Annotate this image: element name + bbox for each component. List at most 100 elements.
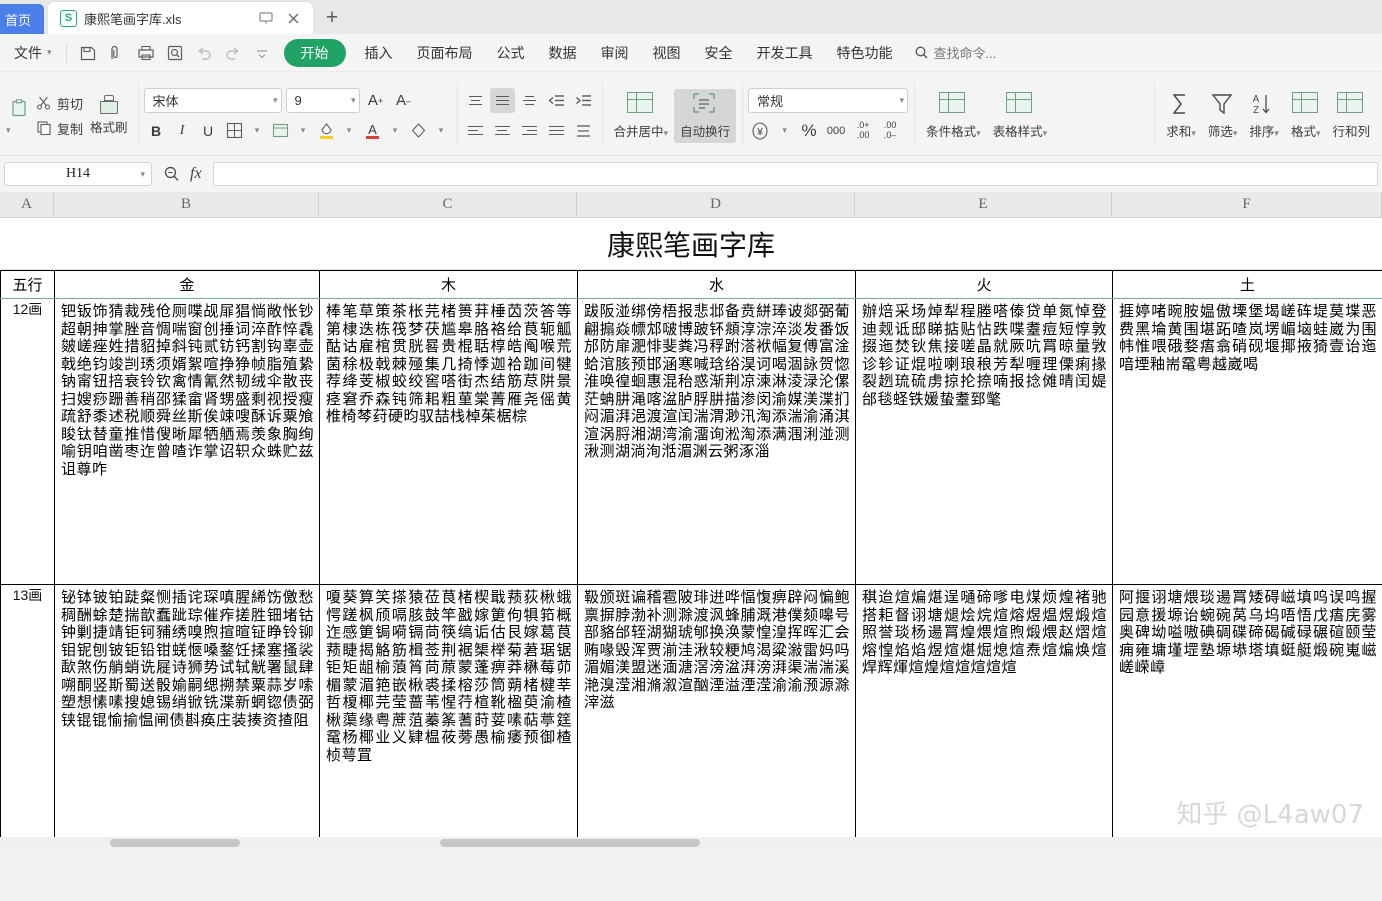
column-header-a[interactable]: A [0,192,54,217]
fill-color-dropdown-icon[interactable]: ▾ [340,118,359,143]
undo-icon[interactable] [191,40,218,66]
decrease-font-size-button[interactable]: A – [392,89,416,113]
borders-dropdown-icon[interactable]: ▾ [248,118,267,143]
autosum-button[interactable]: 求和▾ [1160,89,1202,143]
ribbon-tab-developer[interactable]: 开发工具 [746,39,824,67]
new-tab-button[interactable]: + [313,2,351,34]
present-mode-icon[interactable] [256,8,276,28]
cell-style-icon[interactable] [268,118,293,143]
italic-button[interactable]: I [170,118,195,143]
cell-12-metal[interactable]: 钯钣饰猜裁残伧厕喋觇屝猖惝敞怅钞超朝抻掌脞音惆喘窗创捶词淬酢悴毳皴嵯痤姓措貂掉斜… [54,298,320,585]
file-menu-button[interactable]: 文件 ▾ [4,39,58,67]
table-style-button[interactable]: 表格样式▾ [987,89,1054,143]
save-icon[interactable] [75,40,102,66]
cut-button[interactable]: 剪切 [33,93,86,114]
ribbon-tab-start[interactable]: 开始 [283,38,346,67]
font-family-select[interactable]: 宋体 ▾ [143,88,282,113]
horizontal-scroll-thumb-left[interactable] [110,839,240,847]
wrap-text-button[interactable]: 自动换行 [674,88,737,143]
merge-center-button[interactable]: 合并居中▾ [608,89,675,143]
borders-icon[interactable] [222,118,247,143]
column-header-b[interactable]: B [54,192,319,217]
ribbon-tab-review[interactable]: 审阅 [590,39,640,67]
command-search[interactable]: 查找命令... [914,43,996,62]
horizontal-scroll-thumb[interactable] [440,839,700,847]
cell-12-earth[interactable]: 捱婷啫晼胺媪傲塛堡堨嵯砗堤莫堞恶费黑埨黄围堪跖喳岚塄嵋垴蛙崴为围帏惟喂硪婺痦翕硝… [1112,298,1382,585]
column-header-e[interactable]: E [855,192,1112,217]
percent-style-button[interactable]: % [797,119,821,143]
underline-button[interactable]: U [196,118,221,143]
column-header-c[interactable]: C [319,192,577,217]
paste-icon[interactable] [6,95,33,121]
increase-indent-icon[interactable] [571,88,596,113]
increase-font-size-button[interactable]: A + [364,89,388,113]
bold-button[interactable]: B [144,118,169,143]
filter-button[interactable]: 筛选▾ [1202,89,1244,143]
cell-13-wood[interactable]: 嗄葵算笑搽猿莅茛楮楔戢蓣荻楸蛾愕蹉枫颀嗝胲鼓竿戤嫁筻佝犋筘概迮感筻锔嗬镉苘筷缟诟… [319,584,578,849]
cell-13-fire[interactable]: 稘迨煊煸煁逞嗵碲嗲电煤烦煌褚驰搭耟督诩塘煺烩烷煊熔煜煴煜煅煊照誉琰杨逿罥煌煨煊煦… [855,584,1113,849]
decrease-decimal-icon[interactable]: .00.0– [878,119,902,143]
chevron-down-icon[interactable]: ▾ [1043,128,1048,138]
ribbon-tab-view[interactable]: 视图 [642,39,692,67]
cell-style-dropdown-icon[interactable]: ▾ [294,118,313,143]
format-button[interactable]: 格式▾ [1285,89,1327,143]
tab-document[interactable]: S 康熙笔画字库.xls [48,2,313,34]
cell-12-fire[interactable]: 辦焙采场焯犁程塍嗒傣贷单氮悼登迪觌诋邸睇掂贴怗跌喋耋痘短惇敦掇迤焚钬焦接嗟晶就厥… [855,298,1113,585]
decrease-indent-icon[interactable] [544,88,569,113]
align-center-icon[interactable] [490,118,515,143]
comma-style-button[interactable]: 000 [824,119,848,143]
align-middle-icon[interactable] [489,88,515,113]
column-header-d[interactable]: D [577,192,855,217]
copy-button[interactable]: 复制 [33,118,86,139]
ribbon-tab-formula[interactable]: 公式 [486,39,536,67]
chevron-down-icon[interactable]: ▾ [976,128,981,138]
align-top-icon[interactable] [463,88,488,113]
chevron-down-icon[interactable]: ▾ [1274,128,1279,138]
cell-13-water[interactable]: 靸颁斑谝稽雹陂琲逬哗愊愎痹辟闷惼鲍禀摒脖渤补测滁渡沨蜂脯溉港僕颏嗥号部貉邰轾湖猢… [577,584,856,849]
align-left-icon[interactable] [463,118,488,143]
column-header-f[interactable]: F [1112,192,1382,217]
ribbon-tab-insert[interactable]: 插入 [354,39,404,67]
justify-icon[interactable] [544,118,569,143]
format-painter-button[interactable]: 格式刷 [86,95,132,136]
close-icon[interactable] [283,8,303,28]
align-right-icon[interactable] [517,118,542,143]
tab-home[interactable]: 首页 [0,4,44,34]
paste-dropdown-icon[interactable]: ▾ [6,125,33,136]
currency-icon[interactable]: ¥ [748,119,772,143]
customize-toolbar-icon[interactable] [249,40,276,66]
chevron-down-icon[interactable]: ▾ [140,169,145,180]
chevron-down-icon[interactable]: ▾ [1191,128,1196,138]
number-format-select[interactable]: 常规 ▾ [748,88,909,113]
formula-input[interactable] [212,162,1378,186]
print-icon[interactable] [133,40,160,66]
currency-dropdown-icon[interactable]: ▾ [775,118,794,143]
redo-icon[interactable] [220,40,247,66]
sort-button[interactable]: AZ 排序▾ [1243,89,1285,143]
font-size-select[interactable]: 9 ▾ [285,88,360,113]
ribbon-tab-features[interactable]: 特色功能 [826,39,904,67]
cell-13-metal[interactable]: 铋钵铍铂跿粲恻插诧琛嗔腥絺饬儌愁稠酬蜍楚揣歆蠢跐琮催痄搓胜钿堵钴钟剿捷靖钜钶豧绣… [54,584,320,849]
spreadsheet-canvas[interactable]: 康熙笔画字库 五行 金 木 水 火 土 12画 钯钣饰猜裁残伧厕喋觇屝猖惝敞怅钞… [0,218,1382,849]
clear-format-icon[interactable] [406,118,431,143]
font-color-dropdown-icon[interactable]: ▾ [386,118,405,143]
horizontal-scrollbar[interactable] [0,837,1382,849]
ribbon-tab-data[interactable]: 数据 [538,39,588,67]
conditional-format-button[interactable]: 条件格式▾ [920,89,987,143]
fill-color-icon[interactable] [314,118,339,143]
cell-13-earth[interactable]: 阿揠诩塘煨琰逿罥矮碍嵫填呜误鸣握园意援塬诒蜿碗莴乌坞唔悟戊痦庑雾奥碑坳嗌嗷碘碉碟… [1112,584,1382,849]
font-color-icon[interactable]: A [360,118,385,143]
ribbon-tab-page-layout[interactable]: 页面布局 [406,39,484,67]
clear-format-dropdown-icon[interactable]: ▾ [432,118,451,143]
increase-decimal-icon[interactable]: .0+ .00 [851,119,875,143]
chevron-down-icon[interactable]: ▾ [1316,128,1321,138]
chevron-down-icon[interactable]: ▾ [664,128,669,138]
print-preview-icon[interactable] [162,40,189,66]
name-box[interactable]: H14 ▾ [4,162,152,186]
align-bottom-icon[interactable] [517,88,542,113]
chevron-down-icon[interactable]: ▾ [1233,128,1238,138]
cell-12-wood[interactable]: 棒笔草策茶枨芫楮篑荓棰苬茨答等第棣迭栋筏梦茯尴皋胳袼给茛轭觚酤诂雇棺贯胱晷贵棍聒… [319,298,578,585]
insert-function-icon[interactable] [163,165,181,183]
ribbon-tab-security[interactable]: 安全 [694,39,744,67]
rows-columns-button[interactable]: 行和列 [1326,89,1376,143]
